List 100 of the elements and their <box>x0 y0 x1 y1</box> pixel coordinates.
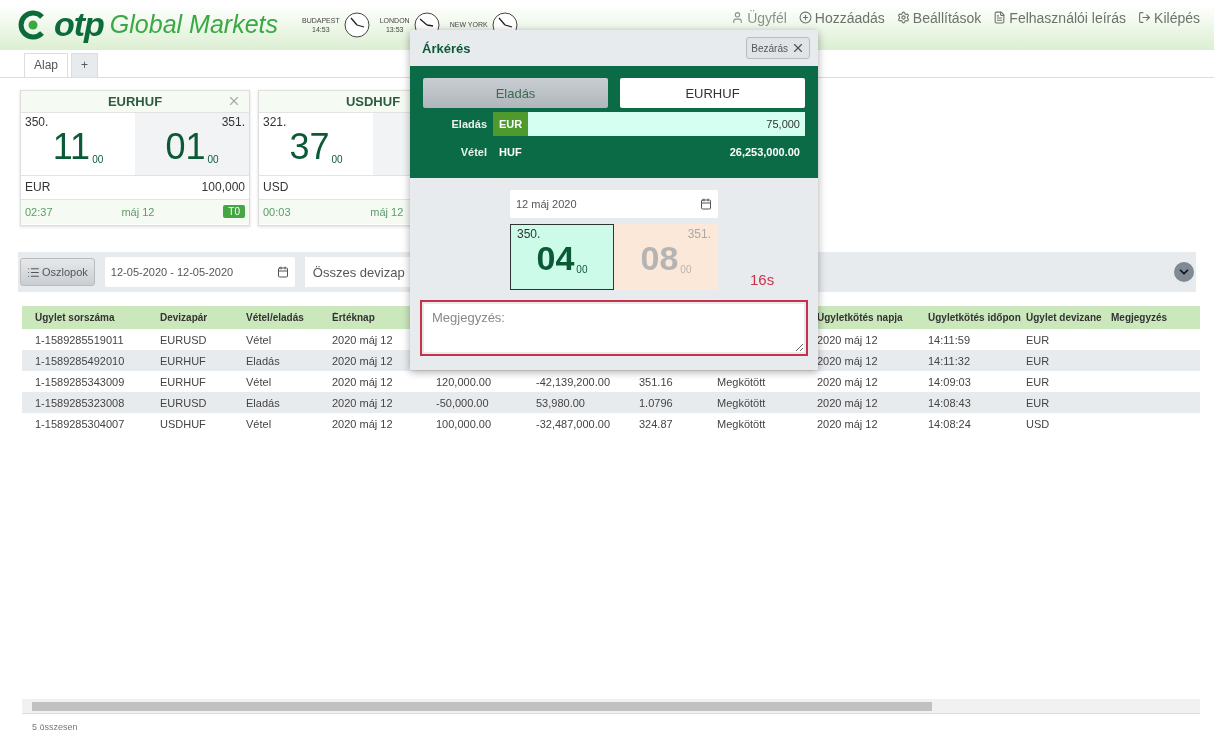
table-cell-text: 53,980.00 <box>536 396 586 409</box>
side-button[interactable]: Eladás <box>423 78 608 108</box>
clock-icon <box>343 11 370 38</box>
ask-panel[interactable]: 351. 01 00 <box>135 112 249 175</box>
card-time: 00:03 <box>263 205 291 218</box>
logo-brand: otp <box>54 5 104 45</box>
card-currency: EUR <box>25 180 51 195</box>
nav-link[interactable]: Kilépés <box>1138 9 1200 26</box>
close-icon <box>791 41 805 55</box>
leg-label: Vétel <box>459 146 487 158</box>
price-pips: 11 <box>52 128 91 165</box>
column-header: Megjegyzés <box>1111 312 1169 324</box>
column-header: Ügyletkötés napja <box>817 312 904 324</box>
table-cell-text: Megkötött <box>717 375 767 388</box>
logo-product: Global Markets <box>109 10 278 40</box>
table-cell-text: USDHUF <box>160 417 207 430</box>
price-tile[interactable]: 350. 0400 <box>510 224 614 290</box>
table-cell-text: Eladás <box>246 396 281 409</box>
table-cell-text: Vétel <box>246 375 273 388</box>
table-cell-text: Megkötött <box>717 417 767 430</box>
table-cell-text: -32,487,000.00 <box>536 417 611 430</box>
table-cell-text: 1-1589285323008 <box>35 396 126 409</box>
table-cell-text: 1.0796 <box>639 396 674 409</box>
countdown-timer: 16s <box>750 271 775 288</box>
user-icon <box>731 11 745 25</box>
table-cell-text: 2020 máj 12 <box>332 333 394 346</box>
calendar-icon <box>276 266 289 279</box>
tab[interactable]: Alap <box>24 52 69 77</box>
column-header: Vétel/eladás <box>246 312 305 324</box>
table-cell-text: 2020 máj 12 <box>817 375 879 388</box>
table-cell-text: EURHUF <box>160 375 207 388</box>
card-pair: EURHUF <box>107 93 163 109</box>
table-cell-text: -42,139,200.00 <box>536 375 611 388</box>
table-cell-text: EURUSD <box>160 396 208 409</box>
table-cell-text: 2020 máj 12 <box>817 333 879 346</box>
leg-label: Eladás <box>450 118 487 130</box>
logout-icon <box>1138 11 1152 25</box>
table-cell-text: 1-1589285519011 <box>35 333 125 346</box>
leg-currency: EUR <box>493 112 529 136</box>
amount-input[interactable]: 75,000 <box>766 118 805 130</box>
calendar-icon <box>700 198 712 210</box>
table-cell-text: 2020 máj 12 <box>332 396 394 409</box>
price-fraction: 00 <box>207 153 219 165</box>
value-date-field[interactable]: 12 máj 2020 <box>510 190 718 218</box>
nav-link[interactable]: Beállítások <box>896 9 982 26</box>
document-icon <box>993 11 1007 25</box>
table-cell-text: 100,000.00 <box>436 417 493 430</box>
table-cell-text: EURHUF <box>160 354 207 367</box>
settings-icon <box>896 11 910 25</box>
price-prefix: 351. <box>221 114 245 129</box>
table-cell-text: 14:08:24 <box>928 417 972 430</box>
table-cell-text: 1-1589285343009 <box>35 375 126 388</box>
table-cell-text: 2020 máj 12 <box>332 417 394 430</box>
note-field[interactable]: Megjegyzés: <box>420 300 808 356</box>
table-cell-text: 2020 máj 12 <box>817 354 879 367</box>
price-pips: 01 <box>165 128 206 165</box>
columns-button[interactable]: Oszlopok <box>20 258 95 287</box>
price-fraction: 00 <box>331 153 343 165</box>
chevron-down-icon[interactable] <box>1174 262 1194 283</box>
table-cell-text: -50,000.00 <box>436 396 490 409</box>
horizontal-scrollbar[interactable] <box>22 699 1200 713</box>
table-cell-text: Eladás <box>246 354 281 367</box>
table-cell-text: Vétel <box>246 333 273 346</box>
plus-circle-icon <box>798 11 812 25</box>
column-header: Ügylet sorszáma <box>35 312 116 324</box>
tab[interactable]: + <box>71 52 99 77</box>
table-cell-text: EUR <box>1026 396 1051 409</box>
table-cell-text: 2020 máj 12 <box>332 354 394 367</box>
column-header: Devizapár <box>160 312 209 324</box>
pair-button[interactable]: EURHUF <box>620 78 805 108</box>
row-count: 5 összesen <box>32 722 78 732</box>
table-cell-text: 14:11:59 <box>928 333 971 346</box>
table-cell-text: 1-1589285304007 <box>35 417 126 430</box>
nav-link[interactable]: Hozzáadás <box>798 9 885 26</box>
card-date: máj 12 <box>370 205 404 218</box>
tenor-badge: T0 <box>223 205 245 219</box>
table-cell-text: EUR <box>1026 333 1051 346</box>
nav-link[interactable]: Felhasználói leírás <box>993 9 1127 26</box>
table-cell-text: 14:08:43 <box>928 396 972 409</box>
card-date: máj 12 <box>121 205 155 218</box>
price-prefix: 321. <box>263 114 287 129</box>
leg-currency: HUF <box>498 145 523 160</box>
table-cell-text: 2020 máj 12 <box>817 417 879 430</box>
table-cell-text: USD <box>1026 417 1051 430</box>
table-cell-text: 14:09:03 <box>928 375 972 388</box>
price-prefix: 350. <box>25 114 49 129</box>
card-currency: USD <box>263 180 289 195</box>
column-header: Ügylet devizane <box>1026 312 1103 324</box>
leg-amount: 26,253,000.00 <box>729 146 801 158</box>
date-range-field[interactable]: 12-05-2020 - 12-05-2020 <box>104 257 295 288</box>
table-cell-text: 324.87 <box>639 417 674 430</box>
list-icon <box>27 265 40 279</box>
close-button[interactable]: Bezárás <box>746 37 810 59</box>
table-cell-text: 2020 máj 12 <box>817 396 879 409</box>
dialog-title: Árkérés <box>422 40 471 56</box>
table-cell-text: EUR <box>1026 354 1051 367</box>
price-pips: 37 <box>289 128 330 165</box>
column-header: Értéknap <box>332 312 376 324</box>
card-pair: USDHUF <box>345 93 401 109</box>
table-cell-text: Vétel <box>246 417 273 430</box>
